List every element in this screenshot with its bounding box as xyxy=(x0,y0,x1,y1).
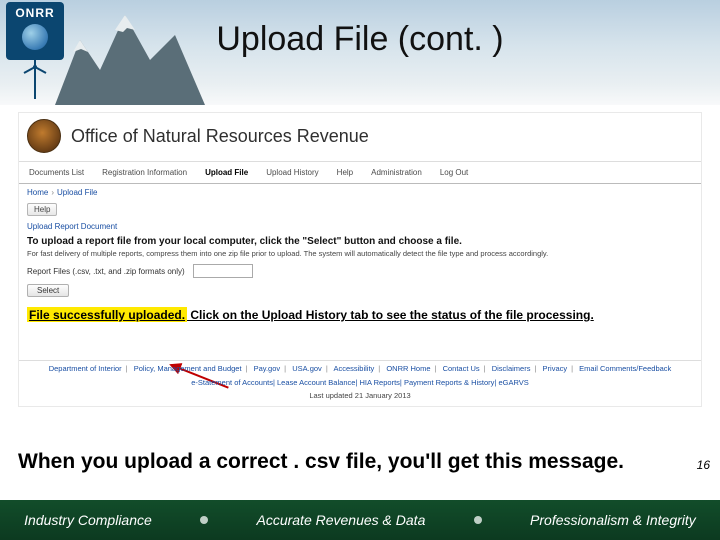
chevron-right-icon: › xyxy=(51,188,54,197)
onrr-logo-text: ONRR xyxy=(15,6,54,20)
report-files-label: Report Files (.csv, .txt, and .zip forma… xyxy=(27,267,185,276)
select-button[interactable]: Select xyxy=(27,284,69,297)
footer-item-b: Accurate Revenues & Data xyxy=(256,512,425,528)
footer-link[interactable]: e-Statement of Accounts xyxy=(191,378,273,387)
help-button[interactable]: Help xyxy=(27,203,57,216)
footer-link[interactable]: Policy, Management and Budget xyxy=(134,364,242,373)
footer-links-row1: Department of Interior| Policy, Manageme… xyxy=(19,360,701,376)
footer-link[interactable]: USA.gov xyxy=(292,364,322,373)
status-highlight: File successfully uploaded. xyxy=(27,307,187,322)
status-message-row: File successfully uploaded. Click on the… xyxy=(19,298,701,328)
file-path-input[interactable] xyxy=(193,264,253,278)
slide-title: Upload File (cont. ) xyxy=(0,20,720,59)
dot-icon xyxy=(200,516,208,524)
tab-administration[interactable]: Administration xyxy=(369,165,424,180)
footer-link[interactable]: Privacy xyxy=(543,364,568,373)
footer-link[interactable]: Accessibility xyxy=(333,364,374,373)
slide-footer-bar: Industry Compliance Accurate Revenues & … xyxy=(0,500,720,540)
footer-link[interactable]: Contact Us xyxy=(443,364,480,373)
dot-icon xyxy=(474,516,482,524)
screenshot-panel: Office of Natural Resources Revenue Docu… xyxy=(18,112,702,407)
slide-caption: When you upload a correct . csv file, yo… xyxy=(18,450,624,474)
footer-link[interactable]: eGARVS xyxy=(498,378,528,387)
breadcrumb-home[interactable]: Home xyxy=(27,188,48,197)
footer-link[interactable]: Lease Account Balance xyxy=(277,378,355,387)
footer-link[interactable]: HIA Reports xyxy=(359,378,399,387)
app-footer: Department of Interior| Policy, Manageme… xyxy=(19,360,701,406)
footer-link[interactable]: Disclaimers xyxy=(492,364,531,373)
wind-turbine-icon xyxy=(22,55,48,104)
upload-report-document-link[interactable]: Upload Report Document xyxy=(19,220,701,233)
nav-tabs: Documents List Registration Information … xyxy=(19,162,701,184)
footer-link[interactable]: Payment Reports & History xyxy=(404,378,494,387)
footer-item-c: Professionalism & Integrity xyxy=(530,512,696,528)
footer-link[interactable]: Department of Interior xyxy=(49,364,122,373)
instruction-main: To upload a report file from your local … xyxy=(19,233,701,249)
tab-help[interactable]: Help xyxy=(335,165,355,180)
tab-registration-information[interactable]: Registration Information xyxy=(100,165,189,180)
tab-log-out[interactable]: Log Out xyxy=(438,165,470,180)
footer-updated: Last updated 21 January 2013 xyxy=(19,389,701,406)
footer-links-row2: e-Statement of Accounts| Lease Account B… xyxy=(19,376,701,389)
footer-link[interactable]: ONRR Home xyxy=(386,364,430,373)
breadcrumb: Home›Upload File xyxy=(19,184,701,199)
app-header: Office of Natural Resources Revenue xyxy=(19,113,701,162)
tab-upload-history[interactable]: Upload History xyxy=(264,165,320,180)
footer-item-a: Industry Compliance xyxy=(24,512,152,528)
footer-link[interactable]: Email Comments/Feedback xyxy=(579,364,671,373)
tab-upload-file[interactable]: Upload File xyxy=(203,165,250,180)
doi-seal-icon xyxy=(27,119,61,153)
instruction-sub: For fast delivery of multiple reports, c… xyxy=(19,249,701,258)
breadcrumb-current: Upload File xyxy=(57,188,97,197)
footer-link[interactable]: Pay.gov xyxy=(254,364,281,373)
app-title: Office of Natural Resources Revenue xyxy=(71,126,369,147)
page-number: 16 xyxy=(697,458,710,472)
status-rest: Click on the Upload History tab to see t… xyxy=(187,308,594,322)
tab-documents-list[interactable]: Documents List xyxy=(27,165,86,180)
